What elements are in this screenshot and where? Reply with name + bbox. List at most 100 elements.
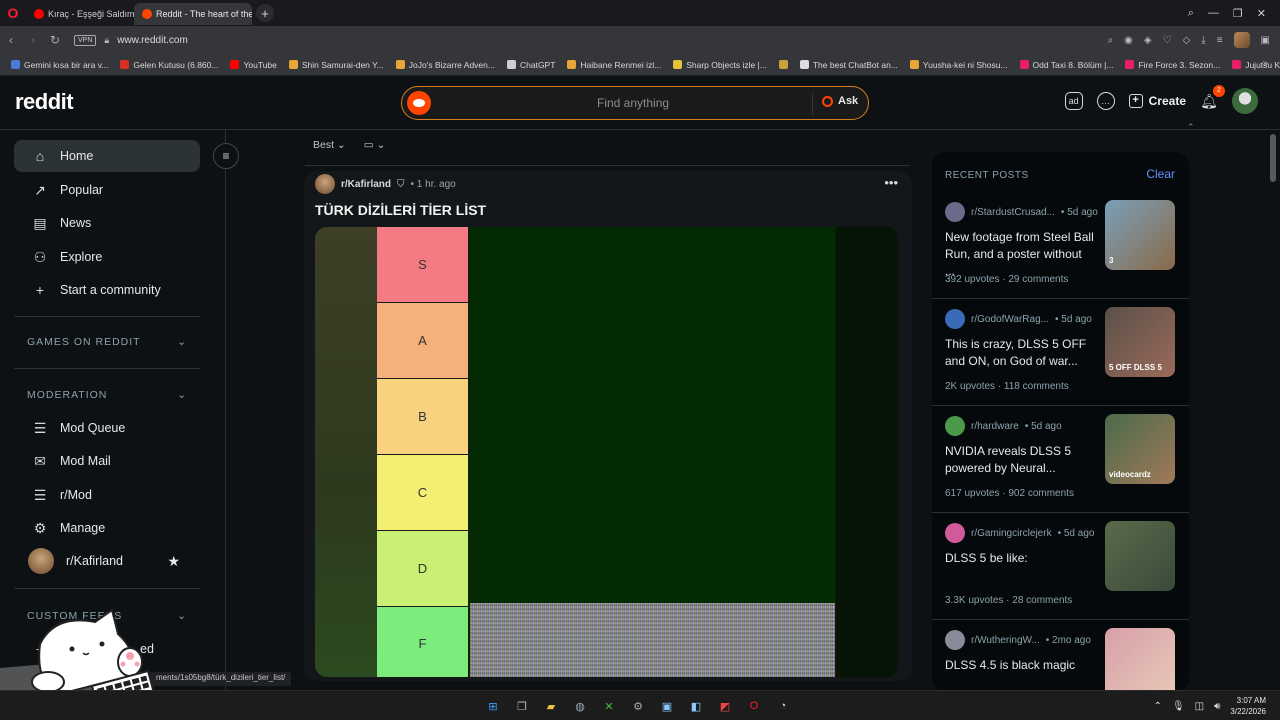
opera-taskbar-icon[interactable]: O: [745, 697, 763, 715]
url-field[interactable]: www.reddit.com: [117, 35, 188, 46]
maximize-button[interactable]: ❐: [1233, 7, 1243, 20]
opera-logo-icon[interactable]: O: [0, 0, 26, 26]
vpn-badge[interactable]: VPN: [74, 34, 97, 46]
recent-post-subreddit[interactable]: r/GodofWarRag...: [971, 314, 1049, 325]
sidebar-item-popular[interactable]: ↗ Popular: [14, 174, 200, 206]
lock-icon[interactable]: 🔒︎: [104, 35, 109, 46]
bookmark-item[interactable]: JoJo's Bizarre Adven...: [391, 60, 500, 70]
close-button[interactable]: ✕: [1257, 7, 1266, 20]
tab-youtube[interactable]: Kıraç - Eşşeği Saldım (: [26, 3, 134, 25]
ask-button[interactable]: Ask: [822, 95, 858, 107]
moderation-section-header[interactable]: MODERATION ⌄: [27, 389, 187, 401]
recent-post-thumbnail[interactable]: 5 OFF DLSS 5: [1105, 307, 1175, 377]
cube-icon[interactable]: ◇: [1183, 35, 1191, 46]
sidebar-item-home[interactable]: ⌂ Home: [14, 140, 200, 172]
bookmark-item[interactable]: Haibane Renmei izl...: [562, 60, 666, 70]
settings-icon[interactable]: ⚙: [629, 697, 647, 715]
recent-post-subreddit[interactable]: r/hardware: [971, 421, 1019, 432]
recent-post-thumbnail[interactable]: [1105, 628, 1175, 692]
bookmark-item[interactable]: Yuusha-kei ni Shosu...: [905, 60, 1013, 70]
star-icon[interactable]: ★: [167, 553, 180, 570]
bookmark-item[interactable]: Fire Force 3. Sezon...: [1120, 60, 1225, 70]
sidebar-item-mod-queue[interactable]: ☰ Mod Queue: [14, 412, 200, 444]
clock-app-icon[interactable]: ◔: [774, 697, 792, 715]
recent-post-title[interactable]: DLSS 4.5 is black magic: [945, 657, 1095, 674]
sidebar-item-kafirland[interactable]: r/Kafirland ★: [14, 545, 200, 577]
forward-button[interactable]: ›: [22, 33, 44, 47]
sidebar-item-news[interactable]: ▤ News: [14, 207, 200, 239]
media-app-icon[interactable]: ◩: [716, 697, 734, 715]
bookmark-item[interactable]: [774, 60, 793, 69]
more-options-icon[interactable]: •••: [884, 175, 898, 190]
volume-icon[interactable]: 🔊︎: [1214, 701, 1220, 712]
post-card[interactable]: r/Kafirland ⛉ • 1 hr. ago ••• TÜRK DİZİL…: [304, 171, 912, 681]
network-icon[interactable]: ◫: [1195, 701, 1204, 712]
profile-avatar[interactable]: [1233, 32, 1250, 48]
download-icon[interactable]: ⤓: [1201, 35, 1205, 46]
chat-icon[interactable]: …: [1096, 92, 1115, 110]
new-tab-button[interactable]: +: [256, 4, 274, 22]
sort-dropdown[interactable]: Best ⌄: [313, 139, 346, 151]
file-explorer-icon[interactable]: ▰: [542, 697, 560, 715]
recent-post-title[interactable]: DLSS 5 be like:: [945, 550, 1095, 567]
view-toggle[interactable]: ▭ ⌄: [364, 139, 386, 151]
post-title[interactable]: TÜRK DİZİLERİ TİER LİST: [315, 202, 486, 218]
user-avatar[interactable]: [1232, 88, 1258, 114]
recent-post-subreddit[interactable]: r/StardustCrusad...: [971, 207, 1055, 218]
recent-post-item[interactable]: r/Gamingcirclejerk • 5d ago DLSS 5 be like…: [932, 513, 1189, 620]
steam-icon[interactable]: ◍: [571, 697, 589, 715]
recent-post-title[interactable]: NVIDIA reveals DLSS 5 powered by Neural.…: [945, 443, 1095, 477]
back-button[interactable]: ‹: [0, 33, 22, 47]
window-app-icon[interactable]: ◧: [687, 697, 705, 715]
recent-post-item[interactable]: r/WutheringW... • 2mo ago DLSS 4.5 is blac…: [932, 620, 1189, 692]
sidebar-item-r-mod[interactable]: ☰ r/Mod: [14, 479, 200, 511]
reddit-logo[interactable]: reddit: [15, 89, 74, 115]
reload-button[interactable]: ↻: [44, 33, 66, 47]
heart-icon[interactable]: ♡: [1163, 35, 1172, 46]
subreddit-avatar[interactable]: [315, 174, 335, 194]
minimize-button[interactable]: —: [1208, 7, 1219, 19]
sidebar-item-explore[interactable]: ⚇ Explore: [14, 241, 200, 273]
subreddit-link[interactable]: r/Kafirland: [341, 179, 391, 190]
collapse-sidebar-button[interactable]: ≡: [213, 143, 239, 169]
menu-icon[interactable]: ≡: [1217, 35, 1223, 46]
taskbar-clock[interactable]: 3:07 AM 3/22/2026: [1230, 695, 1266, 717]
recent-post-thumbnail[interactable]: 3: [1105, 200, 1175, 270]
recent-post-item[interactable]: r/StardustCrusad... • 5d ago New footage f…: [932, 192, 1189, 299]
recent-post-title[interactable]: This is crazy, DLSS 5 OFF and ON, on God…: [945, 336, 1095, 370]
advertise-icon[interactable]: ad: [1064, 92, 1083, 110]
shield-icon[interactable]: ◈: [1144, 35, 1152, 46]
recent-post-item[interactable]: r/hardware • 5d ago NVIDIA reveals DLSS 5 …: [932, 406, 1189, 513]
post-image[interactable]: FDCBAS: [315, 227, 898, 677]
bookmark-item[interactable]: Odd Taxi 8. Bölüm |...: [1015, 60, 1119, 70]
bookmarks-overflow-icon[interactable]: »: [1262, 58, 1268, 69]
recent-post-title[interactable]: New footage from Steel Ball Run, and a p…: [945, 229, 1095, 280]
sidebar-item-mod-mail[interactable]: ✉ Mod Mail: [14, 445, 200, 477]
search-tabs-icon[interactable]: ⌕: [1188, 7, 1194, 20]
xbox-icon[interactable]: ✕: [600, 697, 618, 715]
recent-post-thumbnail[interactable]: videocardz: [1105, 414, 1175, 484]
sidebar-item-start-community[interactable]: + Start a community: [14, 274, 200, 306]
create-button[interactable]: + Create: [1128, 94, 1186, 108]
bookmark-item[interactable]: Shin Samurai-den Y...: [284, 60, 389, 70]
bookmark-item[interactable]: ChatGPT: [502, 60, 560, 70]
recent-post-thumbnail[interactable]: [1105, 521, 1175, 591]
find-icon[interactable]: ⌕: [1108, 35, 1114, 46]
notifications-button[interactable]: 🔔︎ 2: [1200, 85, 1225, 110]
recent-post-subreddit[interactable]: r/WutheringW...: [971, 635, 1040, 646]
bookmark-item[interactable]: YouTube: [225, 60, 281, 70]
microphone-icon[interactable]: 🎙︎: [1172, 701, 1185, 712]
app-icon[interactable]: ▣: [658, 697, 676, 715]
sidebar-toggle-icon[interactable]: ▣: [1261, 35, 1270, 46]
recent-post-item[interactable]: r/GodofWarRag... • 5d ago This is crazy, D…: [932, 299, 1189, 406]
start-menu-icon[interactable]: ⊞: [484, 697, 502, 715]
camera-icon[interactable]: ◉: [1124, 35, 1133, 46]
task-view-icon[interactable]: ❐: [513, 697, 531, 715]
scroll-up-icon[interactable]: ⌃: [1187, 122, 1195, 133]
clear-button[interactable]: Clear: [1146, 167, 1175, 181]
sidebar-item-manage[interactable]: ⚙ Manage: [14, 512, 200, 544]
bookmark-item[interactable]: Jujutsu Kaisen 3. Se...: [1227, 60, 1280, 70]
bookmark-item[interactable]: Sharp Objects izle |...: [668, 60, 772, 70]
chevron-up-icon[interactable]: ⌃: [1154, 701, 1162, 712]
bookmark-item[interactable]: Gemini kısa bir ara v...: [6, 60, 113, 70]
